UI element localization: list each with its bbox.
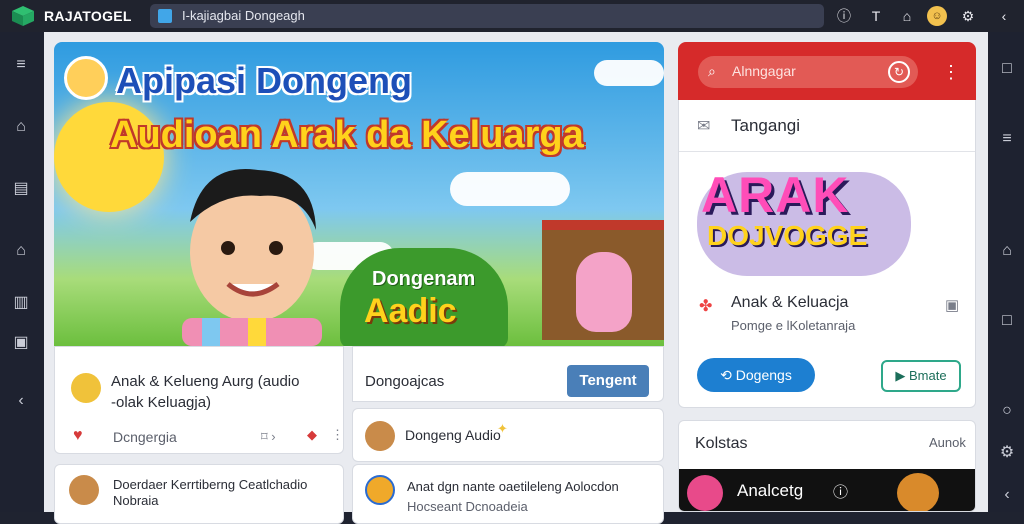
menu-icon[interactable]: ≡ xyxy=(10,54,32,76)
collapse-icon[interactable]: ‹ xyxy=(996,484,1018,506)
sun-avatar-icon xyxy=(365,475,395,505)
section-header-card: Dongoajcas Tengent xyxy=(352,346,664,402)
more-icon[interactable]: ⋮ xyxy=(942,62,960,83)
play-icon: ▶ xyxy=(895,368,906,383)
mail-icon: ✉ xyxy=(697,118,711,135)
square-icon[interactable]: □ xyxy=(996,310,1018,332)
home-icon[interactable]: ⌂ xyxy=(996,240,1018,262)
avatar[interactable]: ☺ xyxy=(927,6,947,26)
panel-row[interactable]: ✉ Tangangi xyxy=(679,100,975,152)
collapse-icon[interactable]: ‹ xyxy=(10,390,32,412)
bookmark-icon[interactable]: ⌑ › xyxy=(261,429,276,445)
lion-thumb-icon xyxy=(897,473,939,511)
dogengs-button[interactable]: ⟲ Dogengs xyxy=(697,358,815,392)
title-bar: RAJATOGEL I-kajiagbai Dongeagh ⓘ T ⌂ ☺ ⚙… xyxy=(0,0,1024,32)
tengent-button[interactable]: Tengent xyxy=(567,365,649,397)
featured-item-subtitle: Pomge e lKoletanraja xyxy=(731,318,856,333)
collection-thumb-icon xyxy=(687,475,723,511)
artwork-subtitle: DOJVOGGE xyxy=(707,220,868,251)
cloud-illustration xyxy=(594,60,664,86)
notification-icon[interactable]: ◆ xyxy=(307,427,317,443)
star-icon: ✦ xyxy=(497,421,508,436)
collection-panel: Kolstas Aunok Analcetg ⓘ xyxy=(678,420,976,512)
search-placeholder: Alnngagar xyxy=(732,63,796,79)
hero-title: Apipasi Dongeng xyxy=(116,60,412,101)
child-illustration xyxy=(182,169,322,346)
story-card[interactable]: Anak & Kelueng Aurg (audio -olak Keluagj… xyxy=(54,346,344,454)
collection-label: Analcetg xyxy=(737,481,804,500)
cloud-illustration xyxy=(450,172,570,206)
text-icon[interactable]: T xyxy=(866,6,886,26)
app-logo-icon: ✤ xyxy=(699,298,713,315)
address-bar[interactable]: I-kajiagbai Dongeagh xyxy=(150,4,824,28)
left-sidebar: ≡ ⌂ ▤ ⌂ ▥ ▣ ‹ xyxy=(0,32,44,512)
settings-icon[interactable]: ⚙ xyxy=(958,6,978,26)
home-icon[interactable]: ⌂ xyxy=(10,116,32,138)
collection-banner[interactable]: Analcetg ⓘ xyxy=(679,469,975,511)
featured-artwork[interactable]: ARAK DOJVOGGE xyxy=(697,166,911,276)
main-content: Apipasi Dongeng Audioan Arak da Keluarga… xyxy=(44,32,988,524)
story-meta: Dcngergia xyxy=(113,429,177,445)
section-title: Kolstas xyxy=(695,435,748,452)
search-input[interactable]: ⌕ Alnngagar ↻ xyxy=(698,56,918,88)
featured-item-title: Anak & Keluacja xyxy=(731,294,849,311)
settings-icon[interactable]: ⚙ xyxy=(996,442,1018,464)
right-panel-header: ⌕ Alnngagar ↻ ⋮ xyxy=(678,42,976,100)
bookmark-icon[interactable]: ▣ xyxy=(945,296,959,314)
bear-illustration xyxy=(576,252,632,332)
hero-badge-label: Dongenam xyxy=(372,268,476,290)
monkey-avatar-icon xyxy=(69,475,99,505)
list-item-title: Doerdaer Kerrtiberng Ceatlchadio xyxy=(113,477,308,492)
bmate-button[interactable]: ▶ Bmate xyxy=(881,360,961,392)
address-text: I-kajiagbai Dongeagh xyxy=(182,8,305,23)
panel-row-title: Tangangi xyxy=(731,116,801,135)
brand-logo-icon xyxy=(12,6,34,26)
audio-list-item[interactable]: Dongeng Audio ✦ xyxy=(352,408,664,462)
section-heading: Dongoajcas xyxy=(365,373,445,390)
hero-banner[interactable]: Apipasi Dongeng Audioan Arak da Keluarga… xyxy=(54,42,664,346)
featured-panel: ✉ Tangangi ARAK DOJVOGGE ✤ Anak & Keluac… xyxy=(678,100,976,408)
brand-name: RAJATOGEL xyxy=(44,8,132,24)
hero-badge-title: Aadic xyxy=(364,292,457,330)
button-label: Dogengs xyxy=(735,367,792,383)
info-icon[interactable]: ⓘ xyxy=(834,6,854,26)
story-title: Anak & Kelueng Aurg (audio xyxy=(111,373,300,390)
right-sidebar: □ ≡ ⌂ □ ○ ⚙ ‹ xyxy=(988,32,1024,512)
square-icon[interactable]: □ xyxy=(996,58,1018,80)
refresh-icon[interactable]: ↻ xyxy=(888,61,910,83)
hero-logo-icon xyxy=(64,56,108,100)
home-icon[interactable]: ⌂ xyxy=(897,6,917,26)
see-all-link[interactable]: Aunok xyxy=(929,435,966,450)
heart-icon[interactable]: ♥ xyxy=(73,427,83,445)
back-arrow-icon[interactable]: ‹ xyxy=(994,6,1014,26)
hero-subtitle: Audioan Arak da Keluarga xyxy=(110,114,584,156)
list-item-title: Dongeng Audio xyxy=(405,427,501,443)
story-list-item[interactable]: Anat dgn nante oaetileleng Aolocdon Hocs… xyxy=(352,464,664,524)
search-icon[interactable]: ○ xyxy=(996,400,1018,422)
image-icon[interactable]: ▣ xyxy=(10,332,32,354)
house-icon[interactable]: ⌂ xyxy=(10,240,32,262)
story-title-line2: -olak Keluagja) xyxy=(111,394,212,411)
refresh-icon: ⟲ xyxy=(720,367,732,383)
library-icon[interactable]: ▥ xyxy=(10,292,32,314)
bear-avatar-icon xyxy=(365,421,395,451)
page-favicon-icon xyxy=(158,9,172,23)
search-icon: ⌕ xyxy=(708,63,716,79)
button-label: Bmate xyxy=(909,368,947,383)
story-list-item[interactable]: Doerdaer Kerrtiberng Ceatlchadio Nobraia xyxy=(54,464,344,524)
list-item-title: Anat dgn nante oaetileleng Aolocdon xyxy=(407,479,619,494)
list-item-subtitle: Nobraia xyxy=(113,493,159,508)
menu-icon[interactable]: ≡ xyxy=(996,128,1018,150)
info-icon[interactable]: ⓘ xyxy=(833,481,848,502)
story-icon xyxy=(71,373,101,403)
bookmark-icon[interactable]: ▤ xyxy=(10,178,32,200)
more-icon[interactable]: ⋮ xyxy=(331,427,344,443)
artwork-title: ARAK xyxy=(701,167,850,223)
